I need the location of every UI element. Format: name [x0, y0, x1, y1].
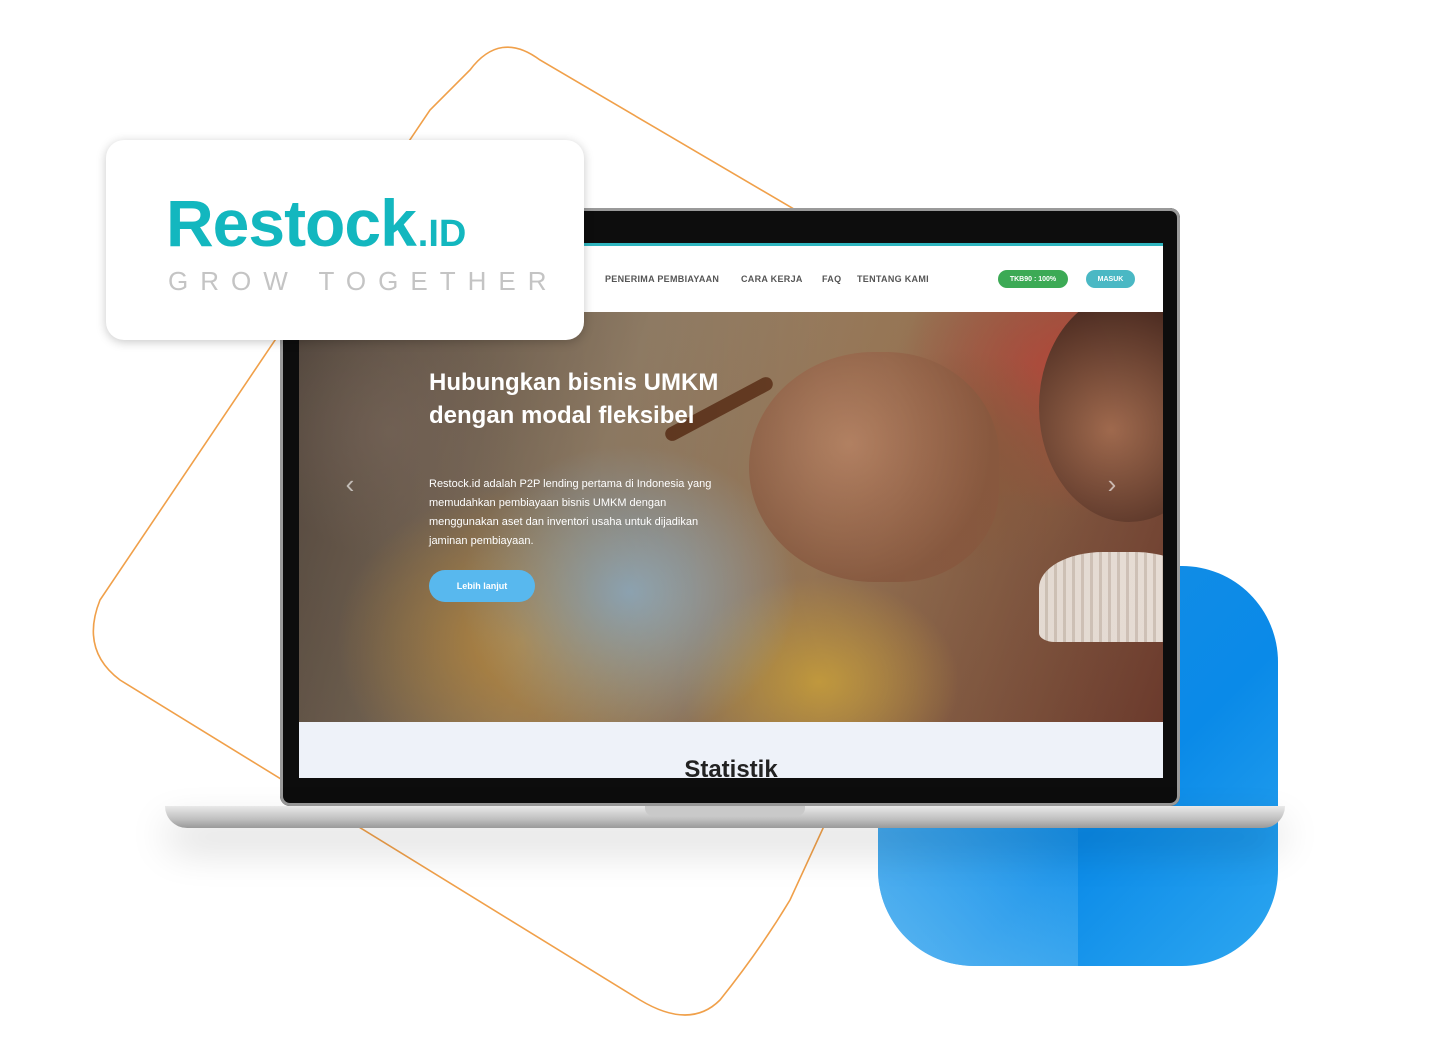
brand-suffix: .ID	[417, 213, 467, 255]
brand-name: Restock	[166, 186, 417, 260]
nav-item-penerima-pembiayaan[interactable]: PENERIMA PEMBIAYAAN	[605, 274, 719, 284]
tkb-badge-button[interactable]: TKB90 : 100%	[998, 270, 1068, 288]
brand-tagline: GROW TOGETHER	[168, 266, 559, 296]
hero-carousel: ‹ › Hubungkan bisnis UMKM dengan modal f…	[299, 312, 1163, 722]
learn-more-button[interactable]: Lebih lanjut	[429, 570, 535, 602]
statistics-title: Statistik	[684, 756, 778, 778]
nav-item-faq[interactable]: FAQ	[822, 274, 841, 284]
chevron-left-icon[interactable]: ‹	[339, 470, 361, 498]
logo-card: Restock .ID GROW TOGETHER	[106, 140, 584, 340]
login-button[interactable]: MASUK	[1086, 270, 1135, 288]
chevron-right-icon[interactable]: ›	[1101, 470, 1123, 498]
nav-item-cara-kerja[interactable]: CARA KERJA	[741, 274, 803, 284]
statistics-section: Statistik	[299, 722, 1163, 778]
nav-item-tentang-kami[interactable]: TENTANG KAMI	[857, 274, 929, 284]
hero-title: Hubungkan bisnis UMKM dengan modal fleks…	[429, 369, 719, 429]
brand-logo: Restock .ID	[166, 186, 466, 256]
laptop-notch	[645, 806, 805, 816]
hero-description: Restock.id adalah P2P lending pertama di…	[429, 478, 712, 547]
